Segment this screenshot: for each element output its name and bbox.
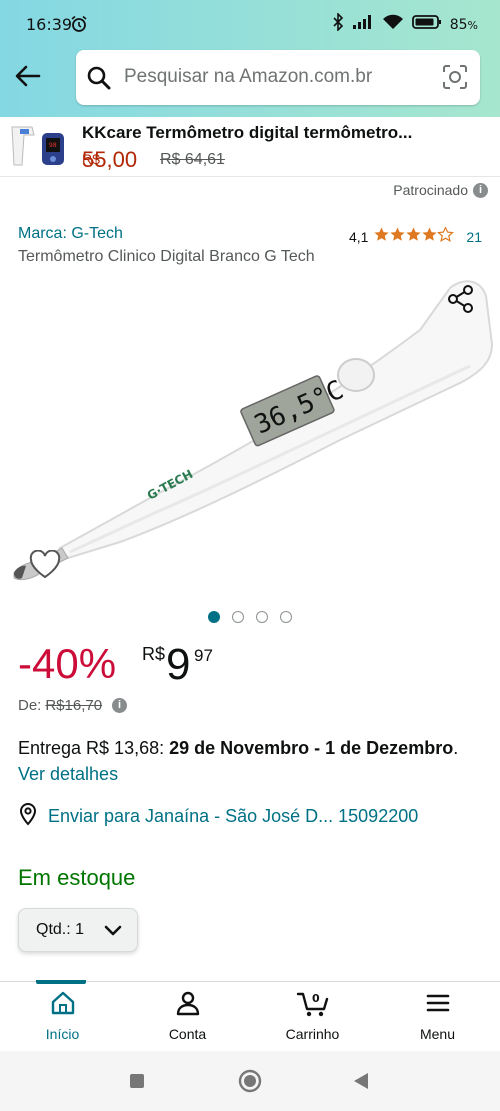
nav-menu[interactable]: Menu [375, 982, 500, 1052]
carousel-dot[interactable] [280, 611, 292, 623]
sponsored-product-old-price: R$ 64,61 [160, 151, 225, 168]
search-input[interactable]: Pesquisar na Amazon.com.br [124, 66, 372, 88]
carousel-dot[interactable] [256, 611, 268, 623]
list-price: R$16,70 [45, 697, 103, 714]
recent-apps-button[interactable] [129, 1073, 145, 1094]
home-button[interactable] [238, 1069, 262, 1098]
status-bar: 16:39 85% [0, 0, 500, 50]
back-nav-button[interactable] [352, 1072, 370, 1095]
product-image[interactable]: 36,5°C G·TECH [0, 270, 500, 600]
arrow-left-icon [15, 65, 41, 87]
search-icon [86, 65, 112, 96]
sponsored-product-title[interactable]: KKcare Termômetro digital termômetro... [82, 123, 412, 143]
back-button[interactable] [14, 62, 44, 92]
ship-to-text[interactable]: Enviar para Janaína - São José D... 1509… [48, 806, 418, 827]
carousel-dot[interactable] [232, 611, 244, 623]
bluetooth-icon [332, 12, 344, 36]
carousel-dot[interactable] [208, 611, 220, 623]
alarm-icon [70, 15, 88, 38]
battery-percent: 85% [449, 16, 478, 33]
home-icon [0, 990, 125, 1016]
star-rating-icon [374, 226, 454, 246]
sponsored-label[interactable]: Patrocinado i [393, 182, 488, 198]
location-pin-icon [18, 802, 38, 831]
signal-icon [352, 14, 374, 35]
sponsored-product-banner[interactable]: 98 KKcare Termômetro digital termômetro.… [0, 117, 500, 177]
nav-account-label: Conta [168, 1026, 207, 1042]
menu-icon [375, 990, 500, 1016]
camera-search-icon[interactable] [442, 64, 468, 95]
nav-home[interactable]: Início [0, 982, 125, 1052]
price-whole: 9 [166, 640, 191, 689]
quantity-label: Qtd.: 1 [36, 921, 85, 938]
sponsored-product-image: 98 [8, 121, 68, 173]
nav-home-label: Início [45, 1026, 80, 1042]
wishlist-heart-icon[interactable] [28, 549, 62, 585]
account-icon [125, 990, 250, 1016]
product-title: Termômetro Clinico Digital Branco G Tech [18, 248, 315, 265]
rating-value: 4,1 [348, 228, 369, 245]
quantity-selector[interactable]: Qtd.: 1 [18, 908, 138, 952]
bottom-navigation: Início Conta 0 Carrinho Menu [0, 980, 500, 1052]
info-icon[interactable]: i [112, 698, 128, 713]
cart-count: 0 [312, 992, 320, 1005]
rating-summary[interactable]: 4,1 21 [348, 226, 482, 246]
clock: 16:39 [26, 15, 73, 34]
review-count[interactable]: 21 [466, 229, 482, 245]
discount-percent: -40% [18, 640, 117, 687]
info-icon[interactable]: i [473, 182, 488, 198]
chevron-down-icon [103, 921, 123, 946]
nav-account[interactable]: Conta [125, 982, 250, 1052]
battery-icon [411, 14, 442, 35]
stock-status: Em estoque [18, 865, 136, 890]
cart-icon: 0 [250, 990, 375, 1018]
nav-cart-label: Carrinho [285, 1026, 340, 1042]
list-price-label: De: [18, 697, 42, 714]
price-fraction: 97 [194, 646, 213, 665]
wifi-icon [382, 14, 404, 35]
share-icon[interactable] [446, 284, 476, 319]
search-bar[interactable]: Pesquisar na Amazon.com.br [76, 50, 480, 105]
nav-cart[interactable]: 0 Carrinho [250, 982, 375, 1052]
nav-menu-label: Menu [419, 1026, 456, 1042]
delivery-dates: 29 de Novembro - 1 de Dezembro [169, 738, 454, 758]
image-carousel-dots[interactable] [0, 611, 500, 623]
status-icons: 85% [332, 12, 478, 36]
delivery-details-link[interactable]: Ver detalhes [18, 764, 118, 784]
system-navigation-bar [0, 1051, 500, 1111]
delivery-info: Entrega R$ 13,68: 29 de Novembro - 1 de … [18, 738, 459, 784]
price-currency: R$ [142, 644, 166, 664]
ship-to-location[interactable]: Enviar para Janaína - São José D... 1509… [18, 802, 418, 831]
brand-link[interactable]: Marca: G-Tech [18, 225, 123, 243]
sponsored-product-price: R$ 55,00 [82, 147, 138, 172]
list-price-row: De: R$16,70 i [18, 697, 128, 714]
svg-text:98: 98 [49, 142, 57, 149]
